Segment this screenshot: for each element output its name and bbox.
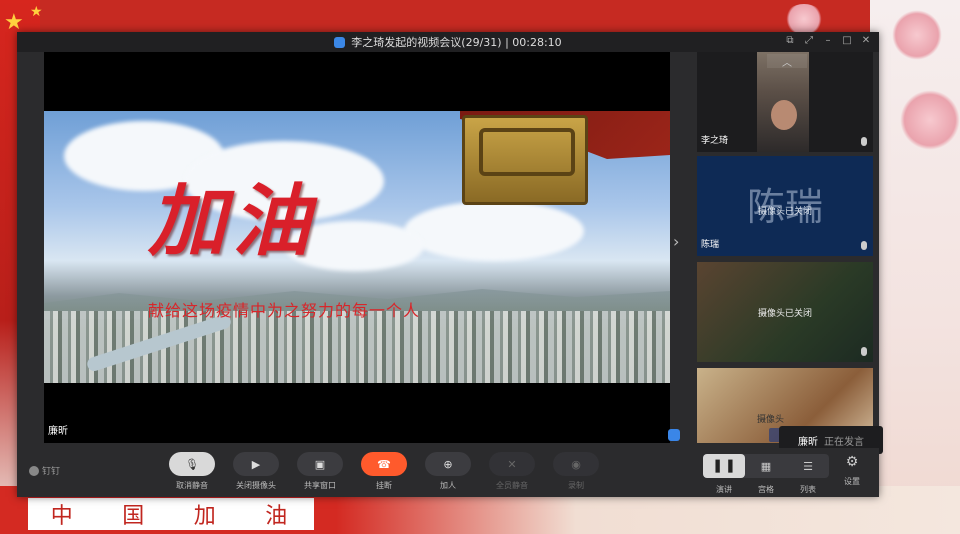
flower-decoration [784, 4, 824, 34]
share-status-icon[interactable] [668, 429, 680, 441]
add-person-icon: ⊕ [425, 452, 471, 476]
fullscreen-icon[interactable]: ⤢ [804, 35, 814, 46]
speaker-name: 廉昕 [798, 436, 818, 448]
camera-status: 摄像头已关闭 [757, 207, 812, 217]
add-person-label: 加人 [440, 481, 456, 490]
flower-decoration [900, 90, 960, 150]
participant-list: ︿ 李之琦 陈瑞 摄像头已关闭 陈瑞 摄像头已关闭 摄像头 ﹀ [697, 52, 873, 443]
mic-muted-icon: 🎙 [169, 452, 215, 476]
participant-tile[interactable]: ︿ 李之琦 [697, 52, 873, 152]
chevron-up-icon[interactable]: ︿ [767, 54, 807, 69]
main-participant-name: 廉昕 [48, 426, 68, 437]
participant-name: 陈瑞 [701, 240, 720, 250]
flower-decoration [892, 10, 942, 60]
hangup-label: 挂断 [376, 481, 392, 490]
toolbar: 钉钉 🎙 取消静音 ▶ 关闭摄像头 ▣ 共享窗口 ☎ 挂断 ⊕ 加人 ✕ 全员静… [17, 448, 879, 497]
logo-text: 钉钉 [42, 467, 61, 477]
grid-view-label: 宫格 [758, 485, 774, 494]
maximize-icon[interactable]: □ [842, 35, 852, 46]
title-bar: 李之琦发起的视频会议(29/31) | 00:28:10 ⧉ ⤢ – □ ✕ [17, 32, 879, 52]
participant-tile[interactable]: 摄像头已关闭 [697, 262, 873, 362]
meeting-window: 李之琦发起的视频会议(29/31) | 00:28:10 ⧉ ⤢ – □ ✕ 加… [17, 32, 883, 497]
mute-all-icon: ✕ [489, 452, 535, 476]
share-window-button[interactable]: ▣ 共享窗口 [295, 452, 345, 491]
list-view-icon[interactable]: ☰ [787, 454, 829, 478]
ornament [462, 115, 588, 205]
subline: 献给这场疫情中为之努力的每一个人 [148, 301, 421, 320]
speaker-status: 正在发言 [824, 436, 864, 448]
camera-off-label: 关闭摄像头 [236, 481, 276, 490]
banner-char: 加 [193, 504, 220, 529]
video-frame: 加油 献给这场疫情中为之努力的每一个人 [44, 111, 670, 383]
camera-off-button[interactable]: ▶ 关闭摄像头 [231, 452, 281, 491]
banner-char: 油 [265, 504, 292, 529]
participant-name: 李之琦 [701, 136, 729, 146]
camera-status: 摄像头 [757, 415, 785, 425]
camera-status: 摄像头已关闭 [757, 309, 812, 319]
mute-all-label: 全员静音 [496, 481, 528, 490]
settings-label: 设置 [844, 477, 860, 486]
close-icon[interactable]: ✕ [861, 35, 871, 46]
app-logo: 钉钉 [29, 464, 60, 477]
speaker-view-label: 演讲 [716, 485, 732, 494]
view-labels: 演讲 宫格 列表 [703, 484, 829, 495]
unmute-label: 取消静音 [176, 481, 208, 490]
mic-icon [861, 137, 867, 146]
banner-char: 国 [122, 504, 149, 529]
grid-view-icon[interactable]: ▦ [745, 454, 787, 478]
banner: 中 国 加 油 [28, 495, 314, 530]
camera-icon: ▶ [233, 452, 279, 476]
chevron-right-icon[interactable]: › [673, 232, 679, 251]
share-window-label: 共享窗口 [304, 481, 336, 490]
restore-icon[interactable]: ⧉ [785, 35, 795, 46]
background-right [870, 0, 960, 534]
hangup-button[interactable]: ☎ 挂断 [359, 452, 409, 491]
star-icon: ★ [30, 4, 43, 20]
gear-icon: ⚙ [845, 454, 859, 470]
participant-tile[interactable]: 陈瑞 摄像头已关闭 陈瑞 [697, 156, 873, 256]
record-icon: ◉ [553, 452, 599, 476]
share-window-icon: ▣ [297, 452, 343, 476]
add-person-button[interactable]: ⊕ 加人 [423, 452, 473, 491]
window-controls: ⧉ ⤢ – □ ✕ [785, 35, 871, 46]
dingtalk-icon [29, 465, 39, 476]
unmute-button[interactable]: 🎙 取消静音 [167, 452, 217, 491]
mic-icon [861, 241, 867, 250]
headline: 加油 [148, 176, 317, 267]
record-button[interactable]: ◉ 录制 [551, 452, 601, 491]
minimize-icon[interactable]: – [823, 35, 833, 46]
mute-all-button[interactable]: ✕ 全员静音 [487, 452, 537, 491]
speaker-view-icon[interactable]: ▌▐ [703, 454, 745, 478]
cloud [404, 201, 584, 261]
record-label: 录制 [568, 481, 584, 490]
lock-icon [334, 36, 346, 48]
settings-button[interactable]: ⚙ 设置 [841, 454, 863, 487]
hangup-icon: ☎ [361, 452, 407, 476]
main-video[interactable]: 加油 献给这场疫情中为之努力的每一个人 廉昕 [44, 52, 680, 443]
list-view-label: 列表 [800, 485, 816, 494]
banner-char: 中 [50, 504, 77, 529]
view-switcher: ▌▐ ▦ ☰ [703, 454, 829, 478]
window-title: 李之琦发起的视频会议(29/31) | 00:28:10 [351, 36, 562, 49]
mic-icon [861, 347, 867, 356]
